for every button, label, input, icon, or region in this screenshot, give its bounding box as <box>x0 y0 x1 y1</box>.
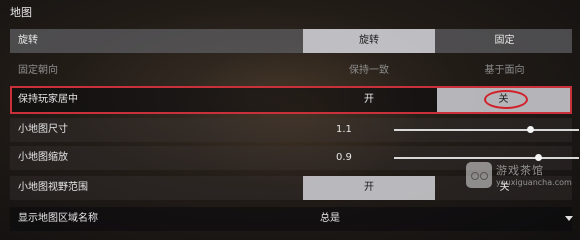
setting-label-minimap-view: 小地图视野范围 <box>18 182 88 193</box>
watermark-url: youxiguancha.com <box>496 178 572 187</box>
slider-knob[interactable] <box>527 126 535 133</box>
setting-label-rotate: 旋转 <box>18 35 38 46</box>
setting-row-show-region-names: 显示地图区域名称 总是 <box>10 207 573 231</box>
chevron-down-icon[interactable] <box>565 216 573 221</box>
option-rotate[interactable]: 旋转 <box>303 29 435 53</box>
setting-label-minimap-size: 小地图尺寸 <box>18 124 68 135</box>
highlight-ellipse <box>484 90 528 109</box>
section-title: 地图 <box>10 6 32 19</box>
gamepad-icon <box>466 162 492 188</box>
option-based-on-facing: 基于面向 <box>484 65 525 76</box>
minimap-zoom-value: 0.9 <box>336 152 352 163</box>
minimap-size-value: 1.1 <box>336 124 352 135</box>
setting-label-fixed-direction: 固定朝向 <box>18 65 58 76</box>
setting-row-fixed-direction: 固定朝向 保持一致 基于面向 <box>10 59 572 83</box>
slider-knob[interactable] <box>534 154 542 161</box>
option-on[interactable]: 开 <box>303 176 435 200</box>
minimap-size-slider[interactable] <box>394 126 579 133</box>
setting-row-rotate: 旋转 旋转 固定 <box>10 29 572 53</box>
minimap-zoom-slider[interactable] <box>394 154 579 161</box>
setting-row-minimap-size: 小地图尺寸 1.1 <box>10 118 579 142</box>
region-names-dropdown[interactable]: 总是 <box>320 207 340 231</box>
option-keep-consistent: 保持一致 <box>349 65 389 76</box>
watermark-title: 游戏茶馆 <box>496 164 544 177</box>
setting-label-minimap-zoom: 小地图缩放 <box>18 152 68 163</box>
option-fixed[interactable]: 固定 <box>437 29 572 53</box>
setting-label-show-region-names: 显示地图区域名称 <box>18 213 98 224</box>
